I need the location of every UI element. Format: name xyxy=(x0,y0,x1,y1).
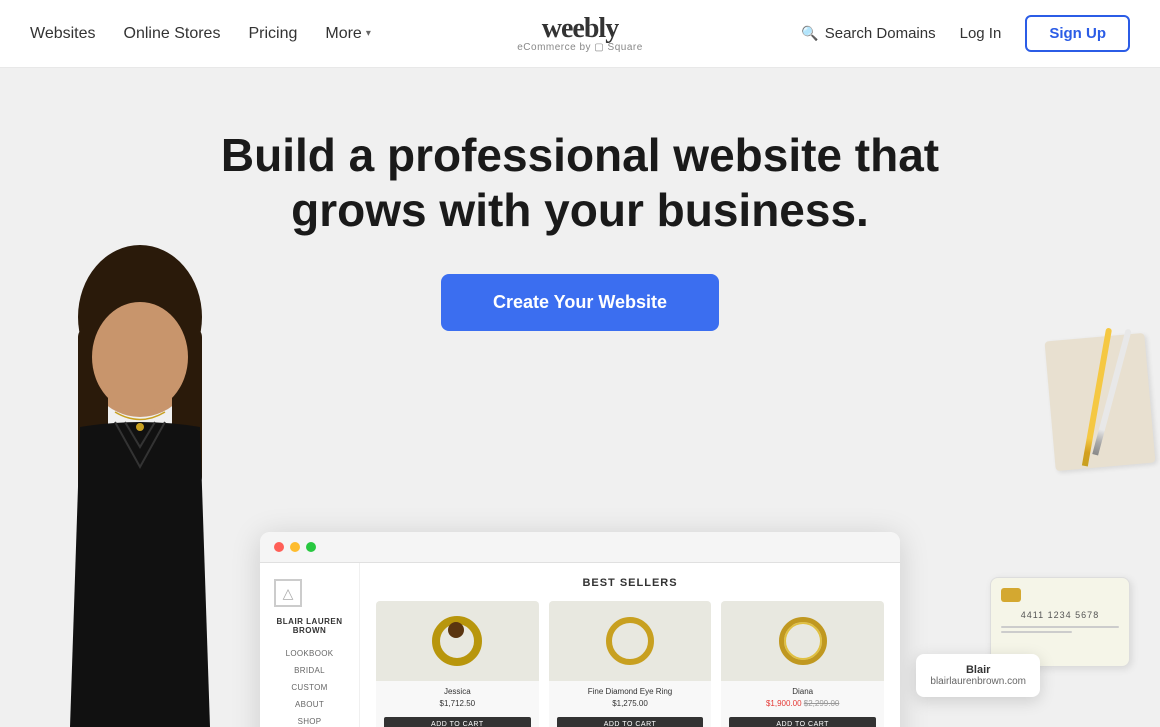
chevron-down-icon: ▾ xyxy=(366,28,371,39)
search-icon: 🔍 xyxy=(801,25,818,42)
browser-bar xyxy=(260,532,900,563)
hero-title: Build a professional website that grows … xyxy=(205,128,955,238)
desk-illustration: 4411 1234 5678 Blair blairlaurenbrown.co… xyxy=(960,327,1160,727)
product-name-diamond: Fine Diamond Eye Ring xyxy=(557,687,704,696)
hero-person-image xyxy=(0,227,280,727)
product-name-jessica: Jessica xyxy=(384,687,531,696)
browser-dot-red xyxy=(274,542,284,552)
product-info-diana: Diana $1,900.00 $2,299.00 ADD TO CART xyxy=(721,681,884,727)
store-logo-icon xyxy=(274,579,302,607)
add-to-cart-jessica[interactable]: ADD TO CART xyxy=(384,717,531,727)
browser-dot-green xyxy=(306,542,316,552)
nav-pricing[interactable]: Pricing xyxy=(248,25,297,43)
nav-online-stores[interactable]: Online Stores xyxy=(124,25,221,43)
product-card-diamond: Fine Diamond Eye Ring $1,275.00 ADD TO C… xyxy=(549,601,712,727)
add-to-cart-diamond[interactable]: ADD TO CART xyxy=(557,717,704,727)
store-sidebar: BLAIR LAUREN BROWN LOOKBOOK BRIDAL CUSTO… xyxy=(260,563,360,727)
navbar: Websites Online Stores Pricing More ▾ we… xyxy=(0,0,1160,68)
card-number-text: 4411 1234 5678 xyxy=(1001,610,1119,620)
product-price-jessica: $1,712.50 xyxy=(384,699,531,708)
notebook-illustration xyxy=(1045,333,1156,471)
ring-image-diamond xyxy=(606,617,654,665)
browser-dot-yellow xyxy=(290,542,300,552)
card-chip-icon xyxy=(1001,588,1021,602)
product-image-jessica xyxy=(376,601,539,681)
nav-more[interactable]: More ▾ xyxy=(325,25,370,43)
search-domains-link[interactable]: 🔍 Search Domains xyxy=(801,25,935,42)
card-signature-lines xyxy=(1001,626,1119,633)
signup-button[interactable]: Sign Up xyxy=(1025,15,1130,52)
login-link[interactable]: Log In xyxy=(960,25,1002,42)
nav-right: 🔍 Search Domains Log In Sign Up xyxy=(801,15,1130,52)
blair-info-card: Blair blairlaurenbrown.com xyxy=(916,654,1040,697)
blair-name-text: Blair xyxy=(930,664,1026,676)
logo-subtext: eCommerce by ▢ Square xyxy=(517,43,643,53)
store-layout: BLAIR LAUREN BROWN LOOKBOOK BRIDAL CUSTO… xyxy=(260,563,900,727)
store-main: BEST SELLERS Jessica $1,712.50 ADD TO CA… xyxy=(360,563,900,727)
add-to-cart-diana[interactable]: ADD TO CART xyxy=(729,717,876,727)
product-info-jessica: Jessica $1,712.50 ADD TO CART xyxy=(376,681,539,727)
product-card-diana: Diana $1,900.00 $2,299.00 ADD TO CART xyxy=(721,601,884,727)
nav-left: Websites Online Stores Pricing More ▾ xyxy=(30,25,371,43)
hero-section: Build a professional website that grows … xyxy=(0,68,1160,727)
product-card-jessica: Jessica $1,712.50 ADD TO CART xyxy=(376,601,539,727)
product-image-diamond xyxy=(549,601,712,681)
product-price-diana: $1,900.00 $2,299.00 xyxy=(729,699,876,708)
create-website-button[interactable]: Create Your Website xyxy=(441,274,719,331)
product-price-diamond: $1,275.00 xyxy=(557,699,704,708)
ring-image-diana xyxy=(779,617,827,665)
browser-mockup: BLAIR LAUREN BROWN LOOKBOOK BRIDAL CUSTO… xyxy=(260,532,900,727)
store-nav-bridal: BRIDAL xyxy=(274,666,345,675)
store-nav-shop: SHOP xyxy=(274,717,345,726)
store-nav-lookbook: LOOKBOOK xyxy=(274,649,345,658)
product-info-diamond: Fine Diamond Eye Ring $1,275.00 ADD TO C… xyxy=(549,681,712,727)
sale-price-diana: $1,900.00 xyxy=(766,699,802,708)
store-brand-name: BLAIR LAUREN BROWN xyxy=(274,617,345,635)
store-nav-about: ABOUT xyxy=(274,700,345,709)
card-line-1 xyxy=(1001,626,1119,628)
blair-url-text: blairlaurenbrown.com xyxy=(930,676,1026,687)
product-grid: Jessica $1,712.50 ADD TO CART Fine D xyxy=(376,601,884,727)
logo-wordmark: weebly xyxy=(517,15,643,43)
ring-image-jessica xyxy=(432,616,482,666)
best-sellers-title: BEST SELLERS xyxy=(376,577,884,589)
nav-logo[interactable]: weebly eCommerce by ▢ Square xyxy=(517,15,643,53)
product-name-diana: Diana xyxy=(729,687,876,696)
card-line-2 xyxy=(1001,631,1072,633)
browser-content: BLAIR LAUREN BROWN LOOKBOOK BRIDAL CUSTO… xyxy=(260,563,900,727)
nav-websites[interactable]: Websites xyxy=(30,25,96,43)
product-image-diana xyxy=(721,601,884,681)
original-price-diana: $2,299.00 xyxy=(804,699,840,708)
store-nav-custom: CUSTOM xyxy=(274,683,345,692)
